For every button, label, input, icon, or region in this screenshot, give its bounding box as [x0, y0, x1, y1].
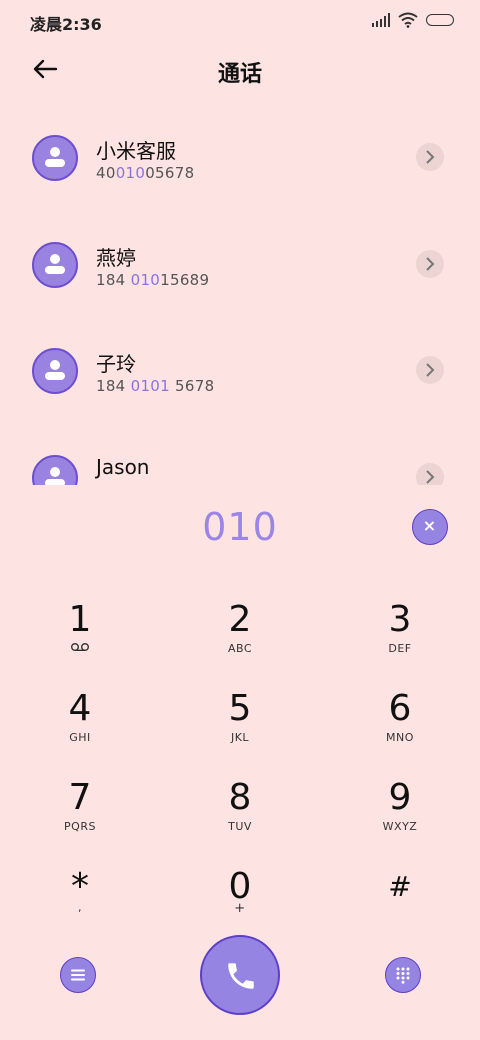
phone-icon [228, 963, 254, 989]
contact-item[interactable]: Jason [0, 425, 480, 485]
key-digit: 7 [68, 777, 92, 818]
avatar [32, 242, 78, 288]
key-letters: JKL [230, 731, 250, 744]
phone-screen: 凌晨2:36 通话 小米客服 4001005678 燕婷 184 0101568… [0, 0, 480, 1040]
contact-number: 184 01015689 [96, 271, 210, 289]
battery-icon [426, 14, 454, 26]
contact-item[interactable]: 燕婷 184 01015689 [0, 212, 480, 312]
call-button[interactable] [200, 935, 280, 1015]
status-time: 凌晨2:36 [30, 15, 102, 34]
key-8[interactable]: 8 TUV [180, 778, 300, 858]
menu-button[interactable] [60, 957, 96, 993]
chevron-right-icon [426, 150, 435, 164]
person-icon [45, 254, 65, 274]
key-2[interactable]: 2 ABC [180, 600, 300, 680]
key-digit: 5 [228, 688, 252, 729]
key-digit: # [388, 870, 412, 903]
contact-detail-button[interactable] [416, 463, 444, 485]
avatar [32, 135, 78, 181]
contact-name: 小米客服 [96, 139, 176, 163]
key-hash[interactable]: # [340, 867, 460, 947]
contact-number: 184 0101 5678 [96, 377, 215, 395]
key-letters: + [234, 901, 246, 916]
key-digit: 6 [388, 688, 412, 729]
key-letters: PQRS [64, 820, 96, 833]
contact-detail-button[interactable] [416, 356, 444, 384]
contact-detail-button[interactable] [416, 250, 444, 278]
person-icon [45, 360, 65, 380]
key-letters: GHI [69, 731, 91, 744]
clear-button[interactable]: × [412, 509, 448, 545]
page-title: 通话 [217, 62, 262, 87]
contact-name: Jason [96, 455, 150, 479]
key-4[interactable]: 4 GHI [20, 689, 140, 769]
key-digit: 2 [228, 599, 252, 640]
person-icon [45, 467, 65, 485]
key-digit: 8 [228, 777, 252, 818]
signal-icon [372, 13, 390, 27]
dialpad-toggle-button[interactable] [385, 957, 421, 993]
key-5[interactable]: 5 JKL [180, 689, 300, 769]
chevron-right-icon [426, 470, 435, 484]
avatar [32, 455, 78, 485]
key-letters: WXYZ [382, 820, 418, 833]
key-letters: TUV [228, 820, 252, 833]
status-bar: 凌晨2:36 [0, 0, 480, 42]
status-icons [372, 12, 454, 28]
contact-item[interactable]: 子玲 184 0101 5678 [0, 318, 480, 418]
key-letters: MNO [386, 731, 414, 744]
key-digit: 4 [68, 688, 92, 729]
close-icon: × [422, 516, 437, 535]
dialpad-icon [396, 967, 410, 984]
wifi-icon [398, 12, 418, 28]
key-1[interactable]: 1 [20, 600, 140, 680]
key-letters: , [78, 901, 82, 914]
voicemail-icon [71, 643, 89, 652]
key-digit: 9 [388, 777, 412, 818]
person-icon [45, 147, 65, 167]
contact-name: 子玲 [96, 352, 136, 376]
menu-icon [71, 969, 85, 981]
key-letters: ABC [227, 642, 253, 655]
avatar [32, 348, 78, 394]
contact-item[interactable]: 小米客服 4001005678 [0, 105, 480, 205]
key-star[interactable]: * , [20, 867, 140, 947]
key-6[interactable]: 6 MNO [340, 689, 460, 769]
contact-list[interactable]: 小米客服 4001005678 燕婷 184 01015689 子玲 184 0… [0, 105, 480, 485]
chevron-right-icon [426, 257, 435, 271]
key-digit: 1 [68, 599, 92, 640]
contact-detail-button[interactable] [416, 143, 444, 171]
contact-name: 燕婷 [96, 246, 136, 270]
contact-number: 4001005678 [96, 164, 195, 182]
dial-input[interactable]: 010 [0, 505, 480, 549]
key-9[interactable]: 9 WXYZ [340, 778, 460, 858]
chevron-right-icon [426, 363, 435, 377]
key-3[interactable]: 3 DEF [340, 600, 460, 680]
key-letters: DEF [388, 642, 412, 655]
key-7[interactable]: 7 PQRS [20, 778, 140, 858]
key-digit: 3 [388, 599, 412, 640]
